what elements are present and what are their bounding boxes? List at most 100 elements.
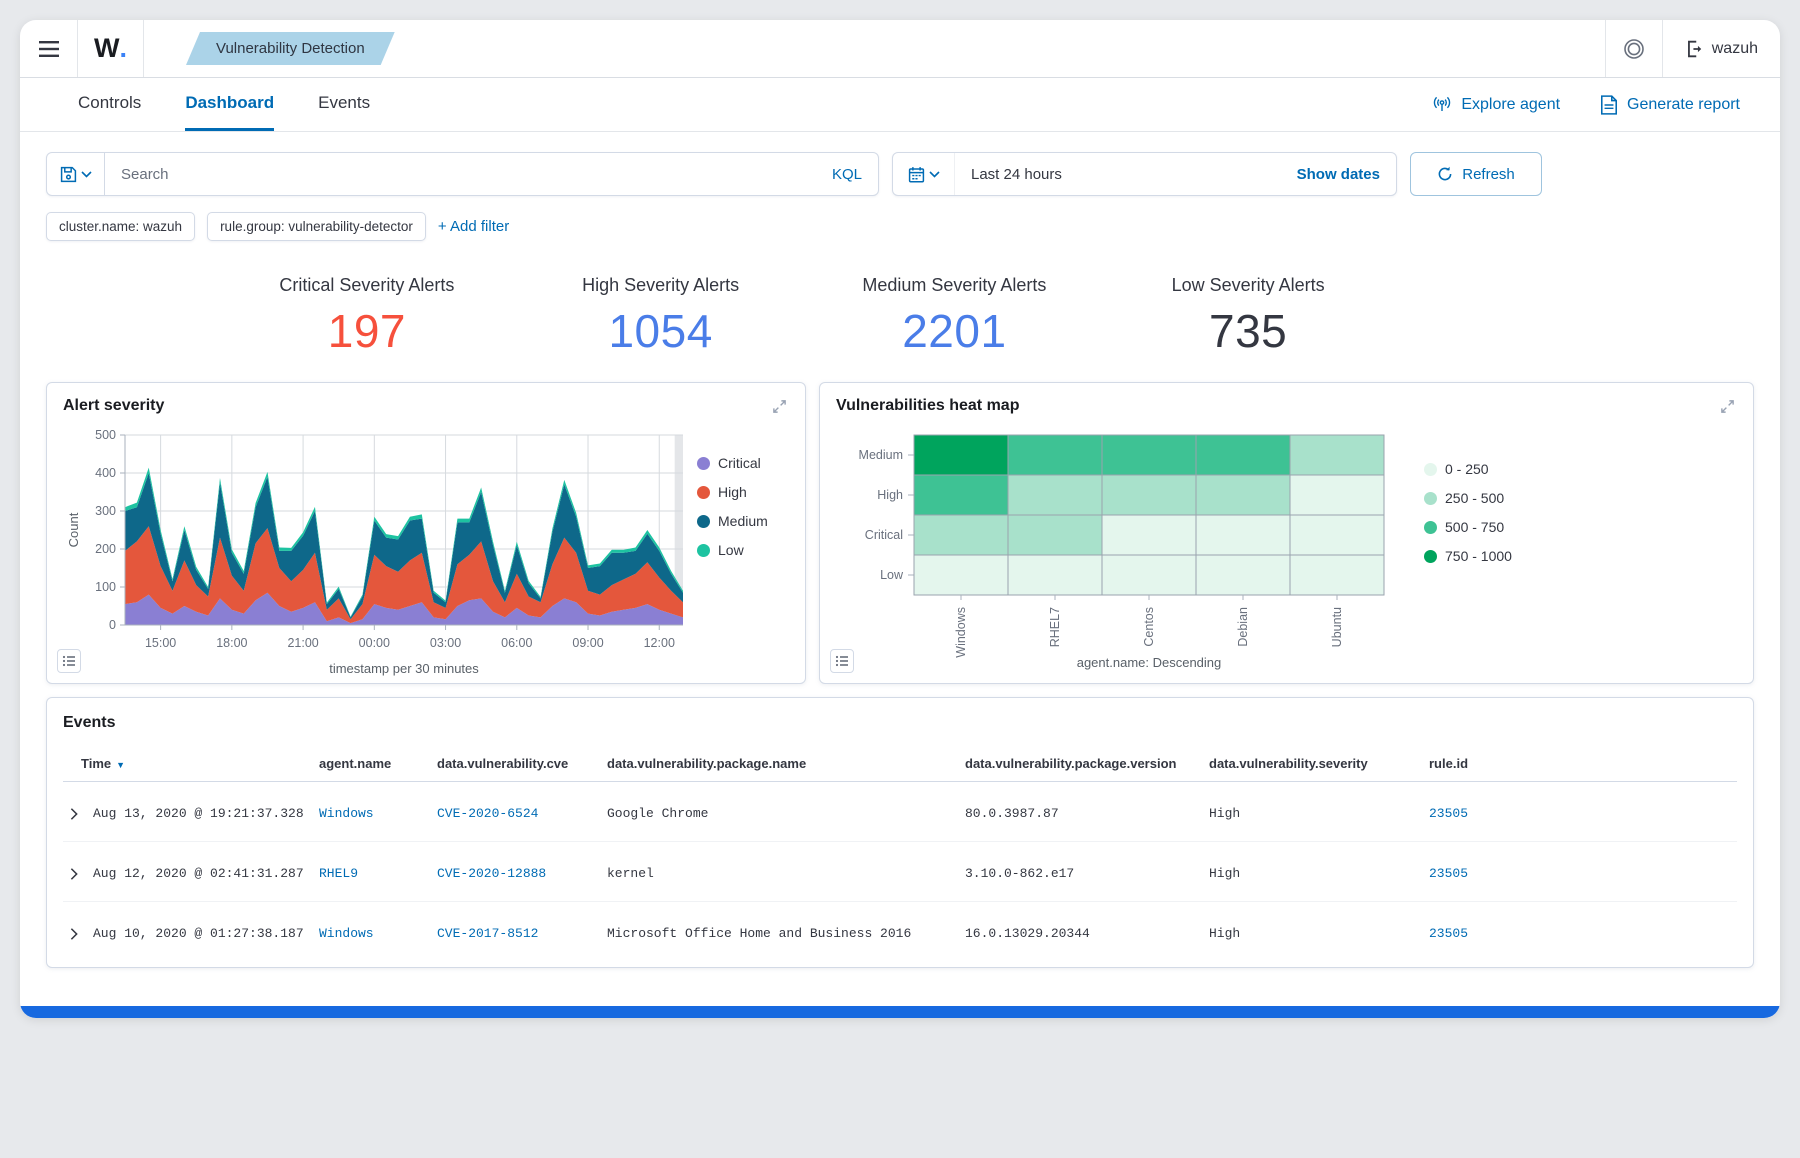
panel-title: Alert severity — [63, 397, 164, 415]
svg-text:00:00: 00:00 — [359, 636, 390, 650]
expand-row-icon[interactable] — [67, 927, 81, 941]
search-box: KQL — [46, 152, 879, 196]
column-header-agent-name[interactable]: agent.name — [315, 746, 433, 782]
rule-id-link[interactable]: 23505 — [1429, 866, 1468, 881]
agent-link[interactable]: Windows — [319, 806, 374, 821]
cve-link[interactable]: CVE-2020-6524 — [437, 806, 538, 821]
panel-alert-severity: Alert severity 010020030040050015:0018:0… — [46, 382, 806, 684]
svg-text:High: High — [877, 488, 903, 502]
svg-text:09:00: 09:00 — [572, 636, 603, 650]
svg-text:RHEL7: RHEL7 — [1048, 607, 1062, 647]
svg-text:15:00: 15:00 — [145, 636, 176, 650]
breadcrumbs: Vulnerability Detection — [144, 20, 1605, 77]
svg-text:Low: Low — [880, 568, 904, 582]
column-header-cve[interactable]: data.vulnerability.cve — [433, 746, 603, 782]
saved-query-button[interactable] — [47, 153, 105, 195]
cell-package-version: 80.0.3987.87 — [961, 782, 1205, 842]
generate-report-label: Generate report — [1627, 96, 1740, 114]
svg-text:100: 100 — [95, 580, 116, 594]
tab-controls[interactable]: Controls — [78, 78, 141, 131]
app-menu-button[interactable] — [20, 20, 78, 77]
vulnerabilities-heatmap-chart[interactable]: MediumHighCriticalLowWindowsRHEL7CentosD… — [836, 427, 1416, 679]
agent-link[interactable]: RHEL9 — [319, 866, 358, 881]
inspect-panel-button[interactable] — [57, 649, 81, 673]
stat-label: High Severity Alerts — [514, 275, 808, 296]
filter-pill-rule-group[interactable]: rule.group: vulnerability-detector — [207, 212, 426, 241]
stat-high: High Severity Alerts 1054 — [514, 275, 808, 358]
column-header-time[interactable]: Time▼ — [63, 746, 315, 782]
legend-item-critical[interactable]: Critical — [697, 455, 789, 471]
tab-dashboard[interactable]: Dashboard — [185, 78, 274, 131]
breadcrumb-vulnerability-detection[interactable]: Vulnerability Detection — [186, 32, 395, 65]
rule-id-link[interactable]: 23505 — [1429, 806, 1468, 821]
panel-vulnerabilities-heatmap: Vulnerabilities heat map MediumHighCriti… — [819, 382, 1754, 684]
legend-item-medium[interactable]: Medium — [697, 513, 789, 529]
expand-panel-button[interactable] — [1718, 397, 1737, 421]
legend-label: High — [718, 484, 747, 500]
logo-text: W — [94, 33, 119, 64]
bottom-accent-bar — [20, 1006, 1780, 1018]
cell-package-name: kernel — [603, 842, 961, 902]
app-logo[interactable]: W. — [78, 20, 144, 77]
legend-label: 750 - 1000 — [1445, 548, 1512, 564]
chevron-down-icon — [81, 171, 92, 178]
legend-item-bin-1[interactable]: 250 - 500 — [1424, 490, 1516, 506]
legend-dot — [697, 457, 710, 470]
column-header-package-version[interactable]: data.vulnerability.package.version — [961, 746, 1205, 782]
chevron-down-icon — [929, 171, 940, 178]
refresh-icon — [1437, 166, 1453, 182]
legend-item-bin-3[interactable]: 750 - 1000 — [1424, 548, 1516, 564]
legend-item-bin-2[interactable]: 500 - 750 — [1424, 519, 1516, 535]
legend-item-high[interactable]: High — [697, 484, 789, 500]
column-header-package-name[interactable]: data.vulnerability.package.name — [603, 746, 961, 782]
hamburger-icon — [39, 41, 59, 57]
expand-row-icon[interactable] — [67, 807, 81, 821]
cell-package-version: 3.10.0-862.e17 — [961, 842, 1205, 902]
logout-button[interactable]: wazuh — [1663, 20, 1780, 77]
cve-link[interactable]: CVE-2020-12888 — [437, 866, 546, 881]
stat-label: Medium Severity Alerts — [808, 275, 1102, 296]
tab-events[interactable]: Events — [318, 78, 370, 131]
expand-panel-button[interactable] — [770, 397, 789, 421]
inspect-panel-button[interactable] — [830, 649, 854, 673]
generate-report-button[interactable]: Generate report — [1600, 95, 1740, 115]
refresh-button[interactable]: Refresh — [1410, 152, 1542, 196]
cell-severity: High — [1205, 782, 1425, 842]
kql-language-button[interactable]: KQL — [816, 166, 878, 183]
time-range-label[interactable]: Last 24 hours — [955, 166, 1281, 183]
expand-icon — [1720, 399, 1735, 414]
health-status-button[interactable] — [1606, 20, 1662, 77]
legend-item-bin-0[interactable]: 0 - 250 — [1424, 461, 1516, 477]
explore-agent-label: Explore agent — [1461, 96, 1560, 114]
legend-dot — [697, 544, 710, 557]
expand-row-icon[interactable] — [67, 867, 81, 881]
antenna-icon — [1432, 95, 1452, 115]
rule-id-link[interactable]: 23505 — [1429, 926, 1468, 941]
legend-label: 250 - 500 — [1445, 490, 1504, 506]
filter-pill-cluster-name[interactable]: cluster.name: wazuh — [46, 212, 195, 241]
svg-text:Debian: Debian — [1236, 607, 1250, 647]
health-ring-icon — [1623, 38, 1645, 60]
alert-severity-area-chart[interactable]: 010020030040050015:0018:0021:0000:0003:0… — [63, 427, 689, 679]
svg-text:Centos: Centos — [1142, 607, 1156, 647]
column-header-severity[interactable]: data.vulnerability.severity — [1205, 746, 1425, 782]
cell-package-name: Microsoft Office Home and Business 2016 — [603, 902, 961, 962]
cell-package-version: 16.0.13029.20344 — [961, 902, 1205, 962]
legend-label: 500 - 750 — [1445, 519, 1504, 535]
explore-agent-button[interactable]: Explore agent — [1432, 95, 1560, 115]
show-dates-button[interactable]: Show dates — [1281, 166, 1396, 183]
search-input[interactable] — [105, 166, 816, 183]
column-header-rule-id[interactable]: rule.id — [1425, 746, 1737, 782]
legend-item-low[interactable]: Low — [697, 542, 789, 558]
sort-desc-icon[interactable]: ▼ — [116, 760, 125, 770]
heatmap-legend: 0 - 250 250 - 500 500 - 750 750 - 1000 — [1424, 461, 1516, 679]
query-bar: KQL Last 24 hours Show dates Refresh — [46, 152, 1542, 196]
legend-dot — [1424, 463, 1437, 476]
quick-select-button[interactable] — [893, 153, 955, 195]
user-label: wazuh — [1712, 40, 1758, 58]
svg-text:500: 500 — [95, 428, 116, 442]
add-filter-button[interactable]: + Add filter — [438, 218, 509, 235]
agent-link[interactable]: Windows — [319, 926, 374, 941]
cve-link[interactable]: CVE-2017-8512 — [437, 926, 538, 941]
svg-text:21:00: 21:00 — [287, 636, 318, 650]
